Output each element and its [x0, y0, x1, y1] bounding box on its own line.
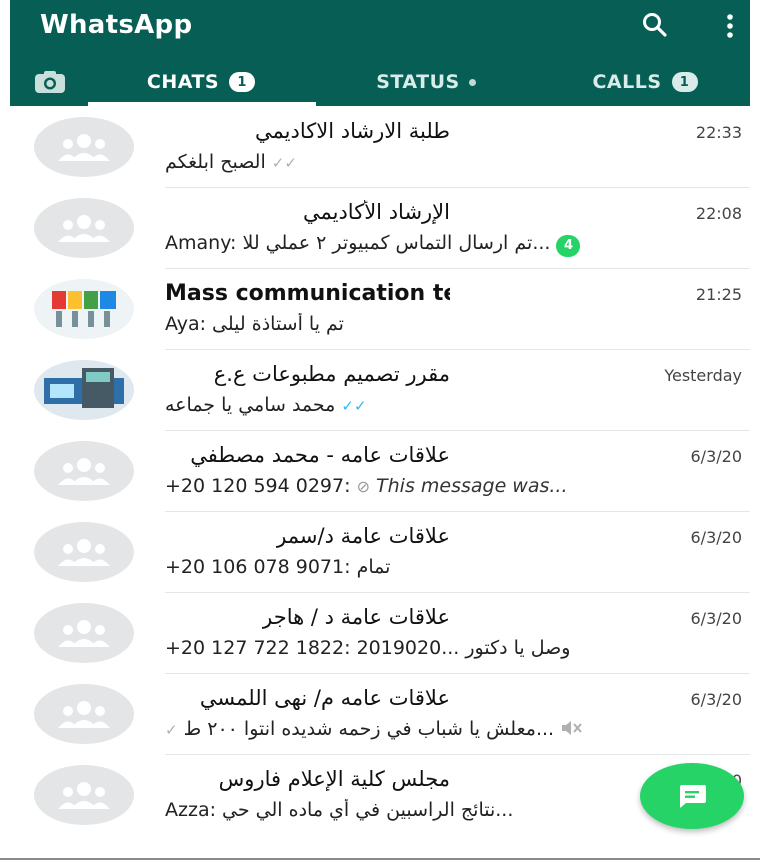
chat-time: 22:33 [695, 123, 742, 142]
avatar [34, 441, 134, 501]
avatar [34, 279, 134, 339]
group-avatar-icon [58, 620, 110, 647]
tab-chats-label: CHATS [146, 71, 220, 93]
preview-sender: +20 106 078 9071: [165, 556, 351, 578]
tab-chats[interactable]: CHATS 1 [86, 58, 316, 106]
chat-preview: +20 127 722 1822: وصل يا دكتور ...201902… [165, 637, 740, 659]
chat-time: 6/3/20 [690, 609, 743, 628]
chat-name: علاقات عامة د / هاجر [262, 605, 450, 629]
preview-sender: +20 127 722 1822: [165, 637, 351, 659]
tab-bar: CHATS 1 STATUS CALLS 1 [10, 58, 750, 106]
chat-row[interactable]: علاقات عامة د/سمر 6/3/20 +20 106 078 907… [10, 512, 750, 593]
chat-time: 6/3/20 [690, 528, 743, 547]
chat-time: 21:25 [695, 285, 742, 304]
chat-name: Mass communication team [165, 281, 450, 306]
avatar [34, 603, 134, 663]
preview-text: الصبح ابلغكم [165, 151, 266, 173]
chat-name: علاقات عامة د/سمر [276, 524, 450, 548]
tab-calls[interactable]: CALLS 1 [540, 58, 750, 106]
bottom-divider [0, 858, 760, 860]
more-vert-icon [727, 14, 733, 38]
chat-time: Yesterday [664, 366, 742, 385]
chat-name: علاقات عامه م/ نهى اللمسي [199, 686, 450, 710]
group-avatar-icon [58, 782, 110, 809]
chat-row[interactable]: Mass communication team 21:25 Aya: تم يا… [10, 269, 750, 350]
tab-status[interactable]: STATUS [326, 58, 526, 106]
preview-sender: +20 120 594 0297: [165, 475, 351, 497]
chat-row[interactable]: علاقات عامه م/ نهى اللمسي 6/3/20 ✓ معلش … [10, 674, 750, 755]
chat-row[interactable]: علاقات عامة د / هاجر 6/3/20 +20 127 722 … [10, 593, 750, 674]
muted-icon [562, 721, 582, 735]
chat-row[interactable]: الإرشاد الأكاديمي 22:08 Amany: تم ارسال … [10, 188, 750, 269]
chat-preview: الصبح ابلغكم ✓✓ [165, 151, 740, 173]
team-avatar-image [52, 291, 116, 327]
preview-text: تم يا أستاذة ليلى [212, 313, 344, 335]
chat-preview: محمد سامي يا جماعه ✓✓ [165, 394, 740, 416]
unread-badge: 4 [556, 234, 581, 257]
preview-sender: Aya: [165, 313, 206, 335]
preview-text: نتائج الراسبين في أي ماده الي حي... [222, 799, 514, 821]
chat-row[interactable]: علاقات عامه - محمد مصطفي 6/3/20 +20 120 … [10, 431, 750, 512]
chat-name: طلبة الارشاد الاكاديمي [255, 119, 450, 143]
chat-preview: Amany: تم ارسال التماس كمبيوتر ٢ عملي لل… [165, 232, 740, 257]
new-chat-button[interactable] [640, 763, 744, 829]
delivered-tick-icon: ✓ [165, 721, 178, 739]
course-avatar-image [44, 368, 124, 408]
preview-text: محمد سامي يا جماعه [165, 394, 336, 416]
avatar [34, 360, 134, 420]
tab-calls-badge: 1 [671, 72, 698, 92]
camera-icon [35, 71, 65, 93]
chat-preview: Aya: تم يا أستاذة ليلى [165, 313, 740, 335]
search-button[interactable] [640, 10, 670, 40]
preview-sender: Azza: [165, 799, 216, 821]
group-avatar-icon [58, 539, 110, 566]
preview-text: تم ارسال التماس كمبيوتر ٢ عملي للا... [242, 232, 551, 254]
delivered-ticks-icon: ✓✓ [271, 154, 297, 172]
tab-status-label: STATUS [376, 71, 460, 93]
chat-name: مجلس كلية الإعلام فاروس [218, 767, 450, 791]
group-avatar-icon [58, 458, 110, 485]
chat-name: مقرر تصميم مطبوعات ع.ع [213, 362, 450, 386]
avatar [34, 522, 134, 582]
preview-text: معلش يا شباب في زحمه شديده انتوا ٢٠٠ ط..… [183, 718, 555, 740]
avatar [34, 198, 134, 258]
chat-row[interactable]: طلبة الارشاد الاكاديمي 22:33 الصبح ابلغك… [10, 107, 750, 188]
avatar [34, 684, 134, 744]
avatar [34, 117, 134, 177]
avatar [34, 765, 134, 825]
chat-row[interactable]: مقرر تصميم مطبوعات ع.ع Yesterday محمد سا… [10, 350, 750, 431]
more-options-button[interactable] [720, 10, 740, 42]
chat-preview: +20 106 078 9071: تمام [165, 556, 740, 578]
chat-name: علاقات عامه - محمد مصطفي [190, 443, 450, 467]
group-avatar-icon [58, 701, 110, 728]
chat-time: 6/3/20 [690, 690, 743, 709]
tab-calls-label: CALLS [592, 71, 662, 93]
new-chat-icon [680, 785, 706, 808]
preview-sender: Amany: [165, 232, 237, 254]
search-icon [643, 13, 667, 37]
chat-time: 22:08 [695, 204, 742, 223]
read-ticks-icon: ✓✓ [341, 397, 367, 415]
tab-camera[interactable] [20, 58, 80, 106]
group-avatar-icon [58, 215, 110, 242]
chat-name: الإرشاد الأكاديمي [302, 200, 450, 224]
chat-preview: +20 120 594 0297: ⊘ This message was... [165, 475, 740, 497]
active-tab-indicator [88, 102, 316, 106]
preview-text: وصل يا دكتور ...2019020 [356, 637, 571, 659]
group-avatar-icon [58, 134, 110, 161]
chat-row[interactable]: مجلس كلية الإعلام فاروس 6/3/20 Azza: نتا… [10, 755, 750, 836]
preview-text: تمام [356, 556, 391, 578]
deleted-message-icon: ⊘ [356, 477, 370, 496]
tab-chats-badge: 1 [229, 72, 256, 92]
chat-preview: ✓ معلش يا شباب في زحمه شديده انتوا ٢٠٠ ط… [165, 718, 740, 740]
app-title: WhatsApp [40, 10, 193, 40]
app-header: WhatsApp CHATS 1 STATUS CALLS 1 [10, 0, 750, 106]
chat-time: 6/3/20 [690, 447, 743, 466]
preview-text: This message was... [376, 475, 568, 497]
status-dot-icon [468, 78, 476, 86]
